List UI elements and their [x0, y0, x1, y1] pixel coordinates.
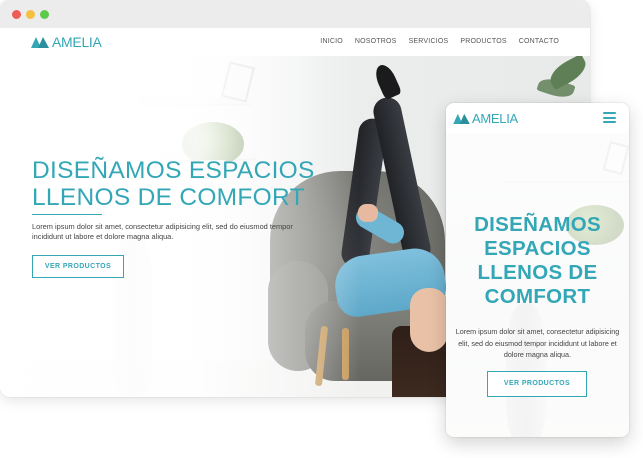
woman-hand: [358, 204, 378, 222]
nav-item-productos[interactable]: PRODUCTOS: [460, 38, 506, 45]
nav-item-contacto[interactable]: CONTACTO: [519, 38, 559, 45]
mobile-preview: AMELIA DISEÑAMOS ESPACIOS LLENOS DE COMF…: [446, 103, 629, 437]
logo-wordmark: AMELIA: [52, 34, 102, 50]
window-maximize-button[interactable]: [40, 10, 49, 19]
nav-item-inicio[interactable]: INICIO: [320, 38, 343, 45]
window-minimize-button[interactable]: [26, 10, 35, 19]
nav-item-servicios[interactable]: SERVICIOS: [409, 38, 449, 45]
hamburger-menu-icon[interactable]: [603, 112, 616, 123]
mobile-hero-section: DISEÑAMOS ESPACIOS LLENOS DE COMFORT Lor…: [446, 133, 629, 437]
hero-description: Lorem ipsum dolor sit amet, consectetur …: [32, 222, 293, 241]
logo-mountain-icon: [453, 113, 470, 124]
woman-face: [410, 288, 448, 352]
mobile-title-line: ESPACIOS: [484, 237, 591, 260]
logo-mountain-icon: [31, 37, 49, 48]
browser-titlebar: [0, 0, 590, 28]
logo-wordmark: AMELIA: [472, 111, 518, 126]
mobile-hero-description: Lorem ipsum dolor sit amet, consectetur …: [455, 327, 620, 359]
mobile-title-line: LLENOS DE: [477, 261, 598, 284]
nav-item-nosotros[interactable]: NOSOTROS: [355, 38, 397, 45]
mobile-header: AMELIA: [446, 103, 629, 133]
hero-title-line: DISEÑAMOS ESPACIOS: [32, 157, 315, 184]
site-header: AMELIA INICIO NOSOTROS SERVICIOS PRODUCT…: [0, 28, 590, 56]
main-nav: INICIO NOSOTROS SERVICIOS PRODUCTOS CONT…: [320, 38, 559, 45]
ver-productos-button[interactable]: VER PRODUCTOS: [32, 255, 124, 278]
mobile-ver-productos-button[interactable]: VER PRODUCTOS: [487, 371, 587, 397]
mobile-logo[interactable]: AMELIA: [453, 111, 518, 126]
mobile-title-line: COMFORT: [484, 285, 591, 308]
mobile-title-line: DISEÑAMOS: [474, 213, 601, 236]
hero-title: DISEÑAMOS ESPACIOS LLENOS DE COMFORT: [32, 157, 322, 211]
mobile-hero-title: DISEÑAMOS ESPACIOS LLENOS DE COMFORT: [454, 213, 621, 309]
window-close-button[interactable]: [12, 10, 21, 19]
site-logo[interactable]: AMELIA: [31, 34, 102, 50]
hero-title-line: LLENOS DE COMFORT: [32, 184, 305, 211]
hero-divider: [32, 214, 102, 215]
